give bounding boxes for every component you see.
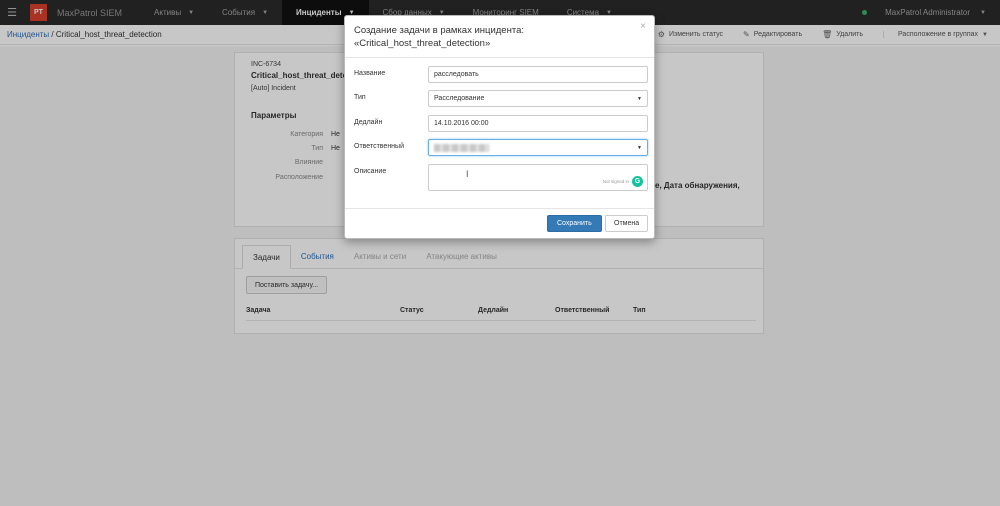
dialog-title-incident: «Critical_host_threat_detection»	[354, 38, 491, 49]
text-cursor-icon: I	[466, 169, 469, 179]
name-label: Название	[354, 70, 386, 77]
cancel-button[interactable]: Отмена	[605, 215, 649, 232]
caret-down-icon: ▼	[637, 145, 642, 151]
caret-down-icon: ▼	[637, 96, 642, 102]
description-row: Описание I Not signed in G	[354, 164, 648, 191]
close-icon[interactable]: ×	[640, 21, 646, 32]
name-row: Название расследовать	[354, 66, 648, 83]
dialog-footer: Сохранить Отмена	[345, 208, 654, 239]
type-select[interactable]: Расследование ▼	[428, 90, 648, 107]
description-label: Описание	[354, 168, 387, 175]
deadline-input[interactable]: 14.10.2016 00:00	[428, 115, 648, 132]
assignee-select[interactable]: ▼	[428, 139, 648, 156]
create-task-dialog: Создание задачи в рамках инцидента: «Cri…	[344, 15, 655, 239]
description-textarea[interactable]: I Not signed in G	[428, 164, 648, 191]
dialog-header: Создание задачи в рамках инцидента: «Cri…	[345, 16, 654, 58]
deadline-row: Дедлайн 14.10.2016 00:00	[354, 115, 648, 132]
dialog-title: Создание задачи в рамках инцидента:	[354, 25, 525, 36]
assignee-row: Ответственный ▼	[354, 139, 648, 156]
name-input[interactable]: расследовать	[428, 66, 648, 83]
blurred-assignee-value	[434, 143, 489, 152]
assignee-label: Ответственный	[354, 143, 404, 150]
save-button[interactable]: Сохранить	[547, 215, 602, 232]
grammarly-widget[interactable]: Not signed in G	[603, 176, 643, 187]
type-row: Тип Расследование ▼	[354, 90, 648, 107]
deadline-label: Дедлайн	[354, 119, 383, 126]
grammarly-icon: G	[632, 176, 643, 187]
type-label: Тип	[354, 94, 366, 101]
